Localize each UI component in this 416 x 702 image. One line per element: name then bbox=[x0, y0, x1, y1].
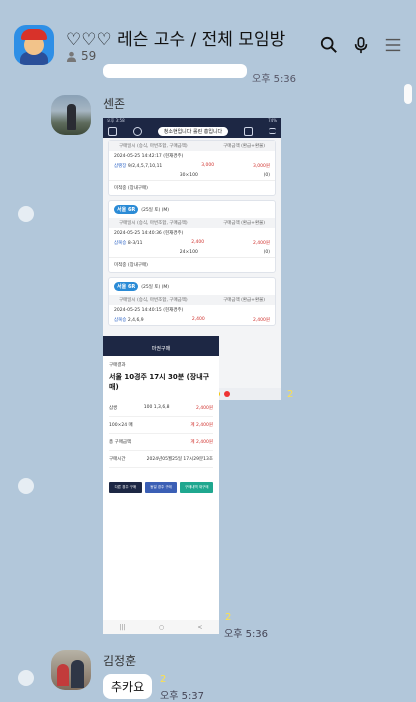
result-row: 총 구매금액 계 2,400원 bbox=[109, 434, 213, 451]
bet-sub: 24×100 bbox=[179, 250, 198, 255]
bet-footer: 미적중 (장내구매) bbox=[109, 257, 275, 272]
row-label: 삼쌍 bbox=[109, 406, 118, 411]
bet-type: 삼땡장 bbox=[114, 164, 127, 169]
message-time: 오후 5:37 bbox=[160, 691, 205, 702]
bet-type: 삼복승 bbox=[114, 318, 127, 323]
bet-type: 삼복승 bbox=[114, 241, 127, 246]
bet-sub: 30×100 bbox=[179, 173, 198, 178]
header-col: 구매일시 (승식, 마번조합, 구매금액) bbox=[119, 221, 188, 226]
sender-name: 김정훈 bbox=[103, 654, 137, 668]
row-value: 계 2,400원 bbox=[190, 423, 213, 428]
result-button: 구매내역 재구매 bbox=[180, 482, 214, 493]
bet-footer: 미적중 (장내구매) bbox=[109, 180, 275, 195]
row-value: 2,400원 bbox=[195, 406, 213, 411]
help-icon bbox=[132, 126, 142, 136]
bet-numbers: 2,4,6,9 bbox=[127, 318, 144, 323]
unread-count: 2 bbox=[225, 612, 232, 623]
bet-datetime: 2024-05-25 14:42:17 (현재경주) bbox=[114, 154, 184, 159]
room-title: ♡♡♡ 레슨 고수 / 전체 모임방 bbox=[66, 30, 286, 50]
bet-refund-sub: (0) bbox=[263, 250, 270, 255]
race-badge: 서울 6R bbox=[114, 205, 139, 214]
sender-name: 센존 bbox=[103, 97, 126, 111]
member-count-value: 59 bbox=[81, 49, 97, 63]
select-message-circle[interactable] bbox=[18, 206, 34, 222]
result-row: 구매시간 2024년05월25일 17시29분13초 bbox=[109, 451, 213, 468]
bet-card: 구매일시 (승식, 마번조합, 구매금액) 구매금액 (환급+환불) 2024-0… bbox=[108, 140, 276, 196]
bet-numbers: 8-3/11 bbox=[127, 241, 143, 246]
header-col: 구매일시 (승식, 마번조합, 구매금액) bbox=[119, 144, 188, 149]
cart-icon bbox=[244, 126, 254, 136]
person-icon bbox=[66, 51, 77, 62]
home-icon bbox=[108, 126, 117, 136]
race-title: (25일 토) (M) bbox=[141, 207, 170, 213]
unread-count: 2 bbox=[160, 674, 167, 685]
header-col: 구매금액 (환급+환불) bbox=[223, 298, 265, 303]
chat-area: 오후 5:36 센존 오후 3:58 74% 청소현입니다 롤린 흥입니다 구매일… bbox=[0, 64, 416, 702]
select-message-circle[interactable] bbox=[18, 670, 34, 686]
header-col: 구매일시 (승식, 마번조합, 구매금액) bbox=[119, 298, 188, 303]
bet-amount: 2,400 bbox=[191, 240, 205, 245]
phone-nav-bar: 청소현입니다 롤린 흥입니다 bbox=[103, 124, 281, 138]
bet-amount: 3,000 bbox=[201, 163, 215, 168]
result-row: 삼쌍 100 1,3,6,8 2,400원 bbox=[109, 400, 213, 417]
bet-numbers: 9/2,4,5,7,10,11 bbox=[127, 164, 163, 169]
result-button: 다른 경주 구매 bbox=[109, 482, 142, 493]
microphone-icon[interactable] bbox=[352, 36, 370, 54]
phone-system-nav: ||| ○ < bbox=[103, 620, 219, 634]
race-badge: 서울 6R bbox=[114, 282, 139, 291]
select-message-circle[interactable] bbox=[18, 478, 34, 494]
bet-datetime: 2024-05-25 14:40:36 (현재경주) bbox=[114, 231, 184, 236]
previous-message-bubble[interactable] bbox=[103, 64, 247, 78]
row-mid: 100 1,3,6,8 bbox=[143, 405, 170, 410]
room-profile-image[interactable] bbox=[14, 25, 54, 65]
row-label: 100×24 매 bbox=[109, 423, 133, 428]
bet-card: 서울 6R (25일 토) (M) 구매일시 (승식, 마번조합, 구매금액) 구매… bbox=[108, 277, 276, 326]
message-bubble[interactable]: 추카요 bbox=[103, 674, 153, 699]
message-time: 오후 5:36 bbox=[224, 629, 269, 640]
image-message[interactable]: 마권구매 구매결과 서울 10경주 17시 30분 (장내구매) 삼쌍 100 1… bbox=[103, 336, 219, 634]
bet-card: 서울 6R (25일 토) (M) 구매일시 (승식, 마번조합, 구매금액) 구매… bbox=[108, 200, 276, 273]
row-value: 계 2,400원 bbox=[190, 440, 213, 445]
result-button: 동일 경주 구매 bbox=[144, 482, 178, 493]
row-label: 구매시간 bbox=[109, 457, 126, 462]
race-title: (25일 토) (M) bbox=[141, 284, 170, 290]
bet-refund: 2,400원 bbox=[252, 241, 270, 246]
bet-amount: 2,400 bbox=[191, 317, 205, 322]
row-label: 총 구매금액 bbox=[109, 440, 132, 445]
bet-refund-sub: (0) bbox=[263, 173, 270, 178]
unread-count: 2 bbox=[287, 389, 294, 400]
phone-pill: 청소현입니다 롤린 흥입니다 bbox=[157, 126, 229, 136]
bet-refund: 2,400원 bbox=[252, 318, 270, 323]
bet-datetime: 2024-05-25 14:40:15 (현재경주) bbox=[114, 308, 184, 313]
previous-message-time: 오후 5:36 bbox=[252, 74, 297, 85]
avatar[interactable] bbox=[51, 95, 91, 135]
search-icon[interactable] bbox=[320, 36, 338, 54]
bet-refund: 3,000원 bbox=[252, 164, 270, 169]
header-col: 구매금액 (환급+환불) bbox=[223, 144, 265, 149]
result-section: 구매결과 bbox=[109, 363, 126, 368]
phone-nav-title: 마권구매 bbox=[103, 342, 219, 356]
menu-icon[interactable] bbox=[384, 36, 402, 54]
member-count[interactable]: 59 bbox=[66, 49, 96, 63]
avatar[interactable] bbox=[51, 650, 91, 690]
result-title: 서울 10경주 17시 30분 (장내구매) bbox=[109, 373, 210, 391]
header-col: 구매금액 (환급+환불) bbox=[223, 221, 265, 226]
row-value: 2024년05월25일 17시29분13초 bbox=[146, 457, 213, 462]
result-row: 100×24 매 계 2,400원 bbox=[109, 417, 213, 434]
menu-icon bbox=[268, 128, 276, 134]
